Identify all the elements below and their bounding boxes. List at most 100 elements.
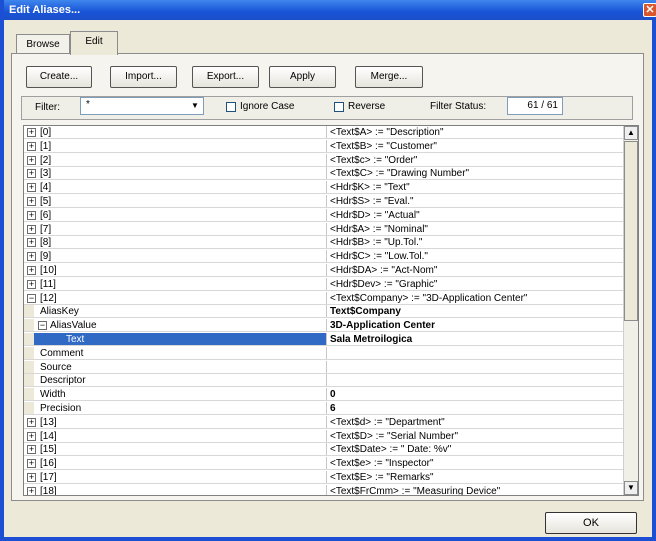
row-label-cell[interactable]: + [10]	[24, 264, 326, 276]
grid-row[interactable]: + [17] <Text$E> := "Remarks"	[24, 471, 624, 484]
expand-icon[interactable]: +	[27, 473, 36, 482]
row-label-cell[interactable]: + [2]	[24, 154, 326, 166]
expand-icon[interactable]: +	[27, 224, 36, 234]
row-label-cell[interactable]: + [0]	[24, 126, 326, 138]
row-label-cell[interactable]: − [12]	[24, 292, 326, 304]
row-label-cell[interactable]: + [9]	[24, 250, 326, 262]
expand-icon[interactable]: +	[27, 141, 36, 151]
row-label-cell[interactable]: + [17]	[24, 471, 326, 483]
row-label-cell[interactable]: Comment	[24, 346, 326, 359]
row-value-cell[interactable]: <Hdr$DA> := "Act-Nom"	[326, 264, 624, 276]
row-value-cell[interactable]: <Hdr$A> := "Nominal"	[326, 222, 624, 235]
expand-icon[interactable]: +	[27, 431, 36, 441]
vertical-scrollbar[interactable]: ▲ ▼	[623, 126, 638, 495]
grid-row[interactable]: + [9] <Hdr$C> := "Low.Tol."	[24, 250, 624, 264]
grid-row[interactable]: Comment	[24, 346, 624, 360]
row-value-cell[interactable]: <Text$E> := "Remarks"	[326, 471, 624, 483]
expand-icon[interactable]: +	[27, 417, 36, 427]
row-label-cell[interactable]: + [8]	[24, 236, 326, 248]
ignore-case-checkbox[interactable]	[226, 102, 236, 112]
collapse-icon[interactable]: −	[27, 293, 36, 303]
grid-row[interactable]: + [16] <Text$e> := "Inspector"	[24, 457, 624, 471]
row-value-cell[interactable]: <Text$B> := "Customer"	[326, 139, 624, 152]
row-label-cell[interactable]: + [7]	[24, 223, 326, 235]
row-value-cell[interactable]: <Text$FrCmm> := "Measuring Device"	[326, 484, 624, 495]
tab-edit[interactable]: Edit	[70, 31, 118, 55]
grid-row[interactable]: + [8] <Hdr$B> := "Up.Tol."	[24, 236, 624, 250]
expand-icon[interactable]: +	[27, 128, 36, 137]
scroll-up-icon[interactable]: ▲	[624, 126, 638, 140]
row-value-cell[interactable]	[326, 374, 624, 387]
title-bar[interactable]: Edit Aliases... ✕	[4, 0, 656, 20]
row-label-cell[interactable]: Width	[24, 388, 326, 401]
scroll-down-icon[interactable]: ▼	[624, 481, 638, 495]
grid-row[interactable]: AliasKey Text$Company	[24, 305, 624, 319]
row-label-cell[interactable]: + [18]	[24, 485, 326, 495]
row-value-cell[interactable]: <Text$A> := "Description"	[326, 126, 624, 138]
grid-row[interactable]: Text Sala Metroilogica	[24, 333, 624, 346]
row-value-cell[interactable]: <Text$e> := "Inspector"	[326, 457, 624, 470]
close-icon[interactable]: ✕	[643, 3, 656, 17]
row-value-cell[interactable]: <Hdr$Dev> := "Graphic"	[326, 277, 624, 290]
grid-row[interactable]: + [10] <Hdr$DA> := "Act-Nom"	[24, 264, 624, 277]
alias-property-grid[interactable]: + [0] <Text$A> := "Description" + [1] <Text$B…	[23, 125, 639, 496]
row-label-cell[interactable]: Precision	[24, 402, 326, 414]
row-value-cell[interactable]: <Text$Company> := "3D-Application Center…	[326, 291, 624, 304]
grid-row[interactable]: + [15] <Text$Date> := " Date: %v"	[24, 443, 624, 457]
row-label-cell[interactable]: + [6]	[24, 209, 326, 221]
row-value-cell[interactable]: Text$Company	[326, 305, 624, 318]
expand-icon[interactable]: +	[27, 197, 36, 206]
grid-row[interactable]: Width 0	[24, 388, 624, 402]
grid-row[interactable]: Descriptor	[24, 374, 624, 388]
row-value-cell[interactable]: <Text$D> := "Serial Number"	[326, 429, 624, 442]
grid-row[interactable]: + [11] <Hdr$Dev> := "Graphic"	[24, 277, 624, 291]
filter-combo[interactable]: * ▼	[80, 97, 204, 115]
expand-icon[interactable]: +	[27, 445, 36, 455]
row-value-cell[interactable]: <Hdr$K> := "Text"	[326, 181, 624, 194]
row-label-cell[interactable]: + [11]	[24, 278, 326, 290]
row-value-cell[interactable]: <Text$Date> := " Date: %v"	[326, 443, 624, 456]
grid-row[interactable]: + [2] <Text$c> := "Order"	[24, 153, 624, 167]
row-label-cell[interactable]: + [1]	[24, 140, 326, 152]
row-label-cell[interactable]: + [15]	[24, 443, 326, 455]
row-value-cell[interactable]: 3D-Application Center	[326, 319, 624, 332]
expand-icon[interactable]: +	[27, 169, 36, 179]
expand-icon[interactable]: +	[27, 183, 36, 193]
row-label-cell[interactable]: Descriptor	[24, 374, 326, 387]
expand-icon[interactable]: +	[27, 252, 36, 262]
ok-button[interactable]: OK	[545, 512, 637, 534]
row-value-cell[interactable]	[326, 346, 624, 359]
expand-icon[interactable]: +	[27, 486, 36, 495]
row-value-cell[interactable]: <Hdr$C> := "Low.Tol."	[326, 250, 624, 263]
import-button[interactable]: Import...	[110, 66, 177, 88]
row-label-cell[interactable]: Source	[24, 360, 326, 373]
collapse-icon[interactable]: −	[38, 321, 47, 331]
merge-button[interactable]: Merge...	[355, 66, 423, 88]
row-value-cell[interactable]: 0	[326, 388, 624, 401]
row-value-cell[interactable]	[326, 360, 624, 373]
grid-row[interactable]: − AliasValue 3D-Application Center	[24, 319, 624, 333]
row-value-cell[interactable]: <Hdr$S> := "Eval."	[326, 195, 624, 207]
row-label-cell[interactable]: AliasKey	[24, 305, 326, 318]
expand-icon[interactable]: +	[27, 459, 36, 469]
grid-row[interactable]: Precision 6	[24, 402, 624, 415]
row-value-cell[interactable]: <Text$c> := "Order"	[326, 153, 624, 166]
grid-row[interactable]: + [5] <Hdr$S> := "Eval."	[24, 195, 624, 208]
grid-row[interactable]: + [6] <Hdr$D> := "Actual"	[24, 208, 624, 222]
row-value-cell[interactable]: <Hdr$B> := "Up.Tol."	[326, 236, 624, 249]
scroll-thumb[interactable]	[624, 141, 638, 321]
export-button[interactable]: Export...	[192, 66, 259, 88]
grid-row[interactable]: + [0] <Text$A> := "Description"	[24, 126, 624, 139]
row-label-cell[interactable]: + [3]	[24, 167, 326, 179]
grid-row[interactable]: + [3] <Text$C> := "Drawing Number"	[24, 167, 624, 181]
create-button[interactable]: Create...	[26, 66, 92, 88]
reverse-checkbox[interactable]	[334, 102, 344, 112]
row-label-cell[interactable]: + [13]	[24, 416, 326, 428]
expand-icon[interactable]: +	[27, 266, 36, 275]
row-label-cell[interactable]: + [16]	[24, 457, 326, 469]
grid-row[interactable]: + [14] <Text$D> := "Serial Number"	[24, 429, 624, 443]
expand-icon[interactable]: +	[27, 155, 36, 165]
grid-row[interactable]: − [12] <Text$Company> := "3D-Application C…	[24, 291, 624, 305]
chevron-down-icon[interactable]: ▼	[188, 99, 202, 113]
row-label-cell[interactable]: Text	[24, 333, 326, 345]
